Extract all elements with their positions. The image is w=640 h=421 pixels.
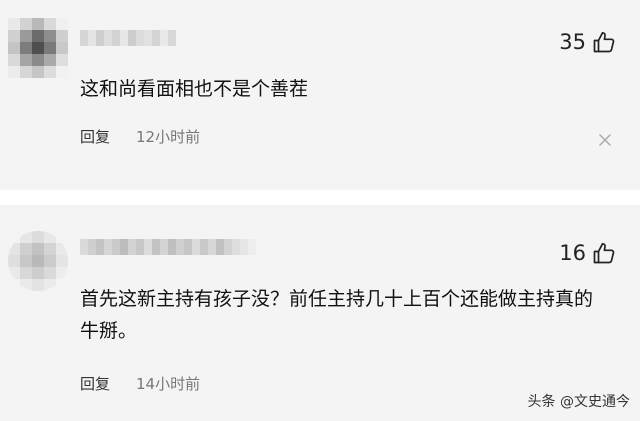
- like-button[interactable]: 35: [559, 30, 616, 54]
- comment-meta: 回复 14小时前: [80, 373, 200, 394]
- like-count: 35: [559, 30, 586, 54]
- thumbs-up-icon: [593, 242, 615, 264]
- comment-meta: 回复 12小时前: [80, 126, 200, 147]
- reply-button[interactable]: 回复: [80, 126, 110, 147]
- comment-time: 12小时前: [136, 128, 201, 146]
- username-blurred[interactable]: [80, 30, 176, 46]
- like-button[interactable]: 16: [559, 241, 616, 265]
- comment-text: 这和尚看面相也不是个善茬: [80, 78, 309, 100]
- thumbs-up-icon: [593, 31, 615, 53]
- comment-item: 35 这和尚看面相也不是个善茬 回复 12小时前: [0, 0, 640, 190]
- close-icon[interactable]: [598, 133, 612, 147]
- comment-text: 首先这新主持有孩子没？前任主持几十上百个还能做主持真的牛掰。: [80, 288, 594, 342]
- watermark: 头条 @文史通今: [527, 394, 630, 410]
- like-count: 16: [559, 241, 586, 265]
- comment-divider: [0, 190, 640, 205]
- comment-item: 16 首先这新主持有孩子没？前任主持几十上百个还能做主持真的牛掰。 回复 14小…: [0, 205, 640, 421]
- avatar[interactable]: [8, 231, 68, 291]
- avatar[interactable]: [8, 18, 68, 78]
- comment-time: 14小时前: [136, 375, 201, 393]
- username-blurred[interactable]: [80, 239, 256, 255]
- reply-button[interactable]: 回复: [80, 373, 110, 394]
